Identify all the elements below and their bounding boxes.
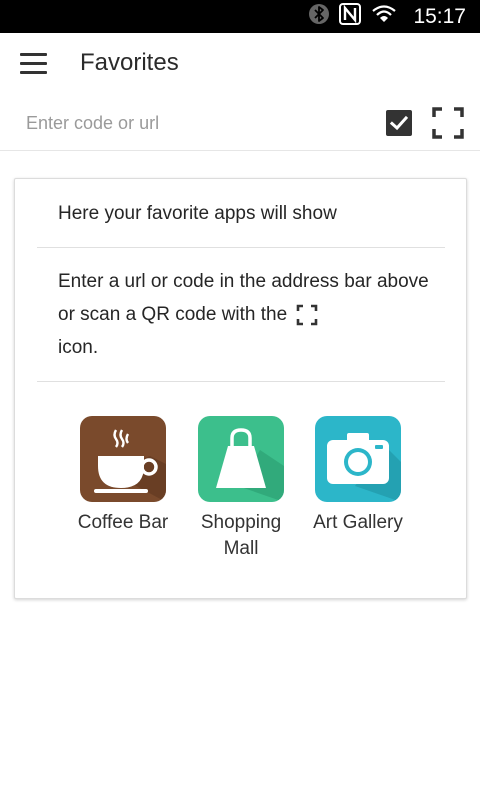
status-time: 15:17 (413, 4, 466, 28)
address-bar (0, 93, 480, 151)
app-tile-coffee-bar[interactable]: Coffee Bar (63, 416, 183, 536)
qr-scan-icon (432, 107, 464, 139)
divider (37, 247, 445, 248)
instructions-text: Enter a url or code in the address bar a… (58, 271, 429, 325)
wifi-icon (371, 4, 397, 29)
camera-icon (315, 416, 401, 502)
checkbox-button[interactable] (386, 110, 412, 136)
nfc-icon (339, 3, 362, 30)
card-heading: Here your favorite apps will show (58, 203, 337, 224)
page-title: Favorites (80, 49, 179, 76)
status-bar: 15:17 (0, 0, 480, 33)
address-input[interactable] (26, 109, 356, 137)
favorite-apps: Coffee Bar Shopping Mall Art Gallery (15, 416, 468, 576)
app-tile-shopping-mall[interactable]: Shopping Mall (181, 416, 301, 562)
checkbox-checked-icon (386, 110, 412, 136)
app-bar: Favorites (0, 33, 480, 93)
app-label: Art Gallery (313, 512, 403, 533)
qr-scan-icon (297, 304, 318, 326)
bluetooth-icon (309, 3, 330, 30)
menu-button[interactable] (14, 45, 56, 81)
shopping-bag-icon (198, 416, 284, 502)
app-label: Coffee Bar (77, 512, 169, 533)
card-instructions: Enter a url or code in the address bar a… (58, 265, 438, 364)
scan-button[interactable] (432, 107, 464, 139)
coffee-cup-icon (80, 416, 166, 502)
status-icons: 15:17 (309, 0, 466, 33)
instructions-text-end: icon. (58, 337, 99, 358)
favorites-card: Here your favorite apps will show Enter … (14, 178, 467, 599)
hamburger-menu-icon (20, 52, 47, 56)
divider (37, 381, 445, 382)
app-tile-art-gallery[interactable]: Art Gallery (298, 416, 418, 536)
app-label: Shopping Mall (200, 512, 282, 559)
